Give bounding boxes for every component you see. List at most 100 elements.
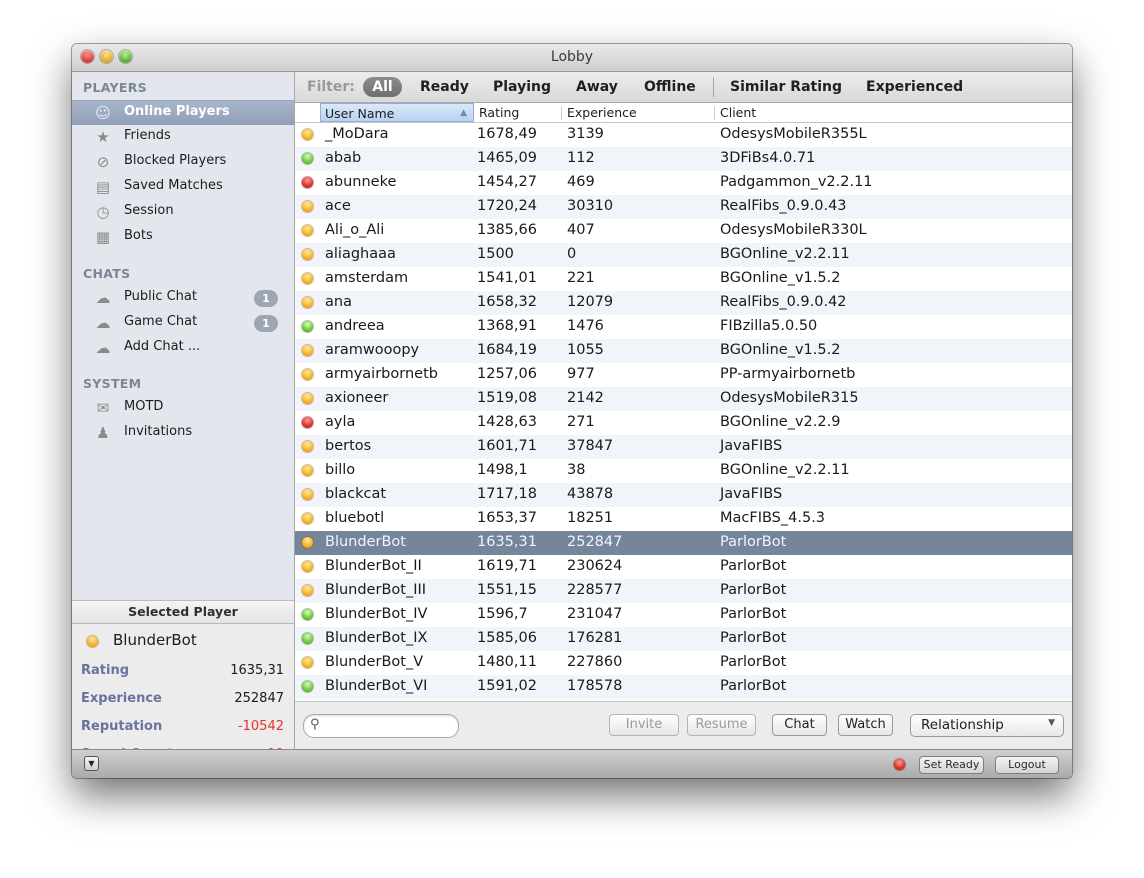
filter-away[interactable]: Away [576,79,618,95]
filter-experienced[interactable]: Experienced [866,79,963,95]
section-header-system: SYSTEM [83,376,142,391]
filter-similar-rating[interactable]: Similar Rating [730,79,842,95]
client-cell: RealFibs_0.9.0.43 [720,198,847,214]
table-row[interactable]: ana 1658,32 12079 RealFibs_0.9.0.42 [295,291,1072,315]
table-row[interactable]: Ali_o_Ali 1385,66 407 OdesysMobileR330L [295,219,1072,243]
table-row[interactable]: BlunderBot_VI 1591,02 178578 ParlorBot [295,675,1072,699]
client-cell: Padgammon_v2.2.11 [720,174,873,190]
sidebar-item-label: Bots [124,228,153,243]
rating-cell: 1385,66 [477,222,537,238]
rating-cell: 1591,02 [477,678,537,694]
table-row[interactable]: axioneer 1519,08 2142 OdesysMobileR315 [295,387,1072,411]
chevron-down-icon: ▼ [1048,718,1055,728]
sidebar-item-motd[interactable]: ✉ MOTD [72,396,294,420]
client-cell: RealFibs_0.9.0.42 [720,294,847,310]
client-cell: BGOnline_v2.2.9 [720,414,841,430]
column-header-client[interactable]: Client [716,103,1066,122]
status-orange-icon [302,489,313,500]
title-bar[interactable]: Lobby [72,44,1072,72]
relationship-label: Relationship [921,717,1004,733]
table-row[interactable]: BlunderBot_IV 1596,7 231047 ParlorBot [295,603,1072,627]
sidebar-item-friends[interactable]: ★ Friends [72,125,294,149]
table-row[interactable]: BlunderBot_II 1619,71 230624 ParlorBot [295,555,1072,579]
rating-cell: 1596,7 [477,606,528,622]
user-name-cell: Ali_o_Ali [325,222,385,238]
client-cell: ParlorBot [720,534,787,550]
rating-cell: 1658,32 [477,294,537,310]
filter-ready[interactable]: Ready [420,79,469,95]
user-name-cell: ace [325,198,351,214]
table-row[interactable]: BlunderBot_V 1480,11 227860 ParlorBot [295,651,1072,675]
set-ready-button[interactable]: Set Ready [919,756,984,774]
client-cell: PP-armyairbornetb [720,366,856,382]
sidebar-item-invitations[interactable]: ♟ Invitations [72,421,294,445]
experience-cell: 18251 [567,510,614,526]
table-row[interactable]: bluebotl 1653,37 18251 MacFIBS_4.5.3 [295,507,1072,531]
client-cell: 3DFiBs4.0.71 [720,150,816,166]
rating-cell: 1635,31 [477,534,537,550]
table-row[interactable]: abunneke 1454,27 469 Padgammon_v2.2.11 [295,171,1072,195]
user-name-cell: amsterdam [325,270,409,286]
filter-offline[interactable]: Offline [644,79,696,95]
column-header-rating[interactable]: Rating [475,103,561,122]
status-orange-icon [302,297,313,308]
sidebar-item-label: Game Chat [124,314,198,329]
rating-cell: 1601,71 [477,438,537,454]
search-input[interactable]: ⚲ [303,714,459,738]
sidebar-item-bots[interactable]: ▦ Bots [72,225,294,249]
resume-button[interactable]: Resume [687,714,756,736]
sidebar-item-blocked-players[interactable]: ⊘ Blocked Players [72,150,294,174]
sidebar-item-saved-matches[interactable]: ▤ Saved Matches [72,175,294,199]
table-row[interactable]: billo 1498,1 38 BGOnline_v2.2.11 [295,459,1072,483]
sort-ascending-icon: ▲ [460,108,467,118]
experience-cell: 30310 [567,198,614,214]
table-row[interactable]: bertos 1601,71 37847 JavaFIBS [295,435,1072,459]
chat-button[interactable]: Chat [772,714,827,736]
table-row[interactable]: BlunderBot 1635,31 252847 ParlorBot [295,531,1072,555]
status-orange-icon [302,201,313,212]
status-orange-icon [302,561,313,572]
add-person-icon: ♟ [96,424,110,442]
client-cell: JavaFIBS [720,486,783,502]
user-name-cell: BlunderBot_V [325,654,424,670]
user-name-cell: billo [325,462,356,478]
table-row[interactable]: armyairbornetb 1257,06 977 PP-armyairbornet… [295,363,1072,387]
experience-cell: 37847 [567,438,614,454]
section-header-players: PLAYERS [83,80,147,95]
table-row[interactable]: blackcat 1717,18 43878 JavaFIBS [295,483,1072,507]
table-row[interactable]: aramwooopy 1684,19 1055 BGOnline_v1.5.2 [295,339,1072,363]
chat-bubbles-icon: ☁ [95,289,111,307]
sidebar-item-game-chat[interactable]: ☁ Game Chat 1 [72,311,294,335]
status-orange-icon [302,225,313,236]
table-row[interactable]: amsterdam 1541,01 221 BGOnline_v1.5.2 [295,267,1072,291]
watch-button[interactable]: Watch [838,714,893,736]
sidebar-item-add-chat[interactable]: ☁ Add Chat ... [72,336,294,360]
disclosure-menu-button[interactable]: ▼ [84,756,99,771]
filter-all[interactable]: All [363,77,402,97]
table-row[interactable]: abab 1465,09 112 3DFiBs4.0.71 [295,147,1072,171]
unread-badge: 1 [254,315,278,332]
client-cell: MacFIBS_4.5.3 [720,510,826,526]
experience-value: 252847 [234,691,284,706]
logout-button[interactable]: Logout [995,756,1059,774]
rating-cell: 1717,18 [477,486,537,502]
table-row[interactable]: BlunderBot_III 1551,15 228577 ParlorBot [295,579,1072,603]
status-orange-icon [302,513,313,524]
experience-label: Experience [81,691,162,706]
rating-cell: 1454,27 [477,174,537,190]
table-row[interactable]: ace 1720,24 30310 RealFibs_0.9.0.43 [295,195,1072,219]
sidebar-item-public-chat[interactable]: ☁ Public Chat 1 [72,286,294,310]
table-row[interactable]: andreea 1368,91 1476 FIBzilla5.0.50 [295,315,1072,339]
column-header-experience[interactable]: Experience [563,103,713,122]
user-name-cell: abab [325,150,362,166]
table-row[interactable]: BlunderBot_IX 1585,06 176281 ParlorBot [295,627,1072,651]
relationship-dropdown[interactable]: Relationship ▼ [910,714,1064,737]
filter-playing[interactable]: Playing [493,79,551,95]
sidebar-item-online-players[interactable]: ☺ Online Players [72,100,294,125]
invite-button[interactable]: Invite [609,714,679,736]
sidebar-item-session[interactable]: ◷ Session [72,200,294,224]
table-row[interactable]: ayla 1428,63 271 BGOnline_v2.2.9 [295,411,1072,435]
table-row[interactable]: aliaghaaa 1500 0 BGOnline_v2.2.11 [295,243,1072,267]
table-row[interactable]: _MoDara 1678,49 3139 OdesysMobileR355L [295,123,1072,147]
column-header-user-name[interactable]: User Name ▲ [320,103,474,122]
